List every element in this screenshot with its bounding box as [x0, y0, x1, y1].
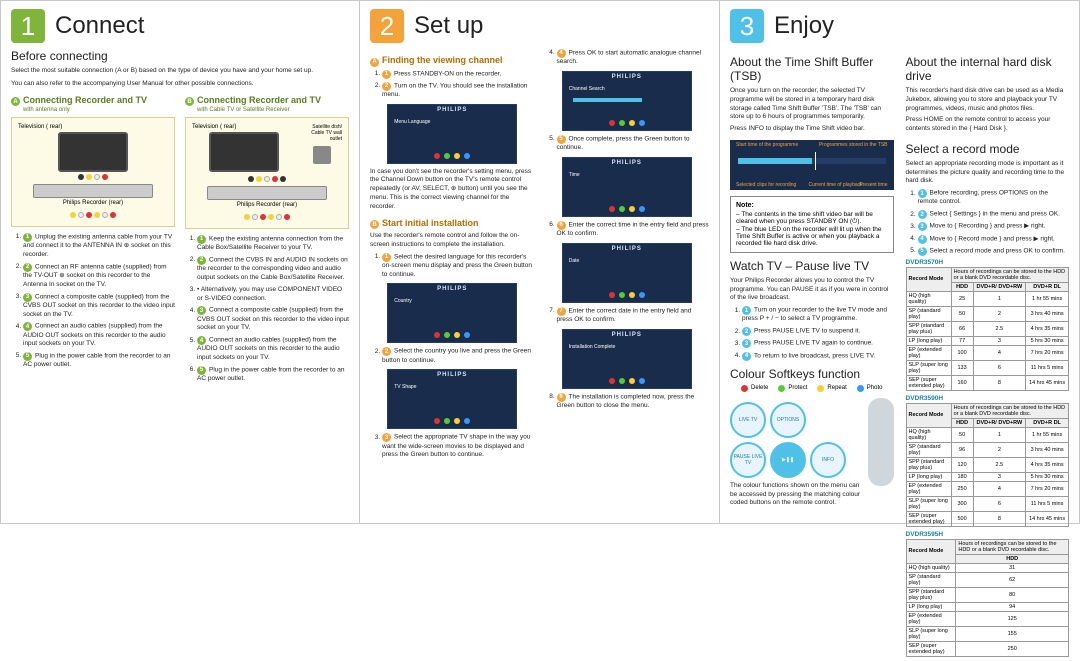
- remote-key-playpause: ▶❚❚: [770, 442, 806, 478]
- step3-header: 3 Enjoy: [730, 9, 1069, 43]
- remote-key-options: OPTIONS: [770, 402, 806, 438]
- before-connecting-heading: Before connecting: [11, 49, 349, 63]
- step1-title: Connect: [55, 12, 144, 40]
- record-mode-table-2: Record ModeHours of recordings can be st…: [906, 403, 1070, 527]
- tsb-note: Note: – The contents in the time shift v…: [730, 196, 894, 253]
- record-mode-table-1: Record ModeHours of recordings can be st…: [906, 267, 1070, 391]
- connect-b-sub: with Cable TV or Satellite Receiver: [197, 107, 349, 113]
- connect-a-steps: 1Unplug the existing antenna cable from …: [11, 233, 175, 370]
- softkeys-heading: Colour Softkeys function: [730, 367, 894, 381]
- screen-shape: PHILIPS TV Shape: [387, 369, 517, 429]
- setup-a-heading: Finding the viewing channel: [382, 55, 503, 65]
- connect-b-heading: BConnecting Recorder and TV: [185, 95, 349, 107]
- model-1-label: DVDR3570H: [906, 259, 1070, 266]
- connect-b-steps: 1Keep the existing antenna connection fr…: [185, 235, 349, 384]
- model-2-label: DVDR3590H: [906, 395, 1070, 402]
- screen-country: PHILIPS Country: [387, 283, 517, 343]
- hdd-heading: About the internal hard disk drive: [906, 55, 1070, 83]
- softkey-legend: Delete Protect Repeat Photo: [730, 385, 894, 392]
- connect-option-b: BConnecting Recorder and TV with Cable T…: [185, 89, 349, 387]
- step3-number: 3: [730, 9, 764, 43]
- connect-option-a: AConnecting Recorder and TV with antenna…: [11, 89, 175, 387]
- setup-a-note: In case you don't see the recorder's set…: [370, 168, 535, 212]
- screen-search: PHILIPS Channel Search: [562, 71, 692, 131]
- screen-time: PHILIPS Time: [562, 157, 692, 217]
- remote-key-pause: PAUSE LIVE TV: [730, 442, 766, 478]
- screen-done: PHILIPS Installation Complete: [562, 329, 692, 389]
- record-mode-heading: Select a record mode: [906, 142, 1070, 156]
- step1-number: 1: [11, 9, 45, 43]
- tsb-heading: About the Time Shift Buffer (TSB): [730, 55, 894, 83]
- panel-enjoy: 3 Enjoy About the Time Shift Buffer (TSB…: [720, 0, 1080, 524]
- remote-key-info: INFO: [810, 442, 846, 478]
- panel-connect: 1 Connect Before connecting Select the m…: [0, 0, 360, 524]
- model-3-label: DVDR3595H: [906, 531, 1070, 538]
- setup-b-heading: Start initial installation: [382, 218, 479, 228]
- remote-illustration: [868, 398, 894, 486]
- connect-a-sub: with antenna only: [23, 107, 175, 113]
- watch-heading: Watch TV – Pause live TV: [730, 259, 894, 273]
- panel-setup: 2 Set up AFinding the viewing channel 1P…: [360, 0, 720, 524]
- diagram-a: Television ( rear) Philips Recorder (rea…: [11, 117, 175, 227]
- record-mode-table-3: Record ModeHours of recordings can be st…: [906, 539, 1070, 657]
- screen-language: PHILIPS Menu Language: [387, 104, 517, 164]
- step2-title: Set up: [414, 12, 483, 40]
- diagram-b: Television ( rear) Satellite dish/ Cable…: [185, 117, 349, 229]
- step1-header: 1 Connect: [11, 9, 349, 43]
- step2-number: 2: [370, 9, 404, 43]
- screen-date: PHILIPS Date: [562, 243, 692, 303]
- before-text-1: Select the most suitable connection (A o…: [11, 67, 349, 76]
- step3-title: Enjoy: [774, 12, 834, 40]
- badge-a: A: [11, 97, 20, 106]
- badge-b: B: [185, 97, 194, 106]
- before-text-2: You can also refer to the accompanying U…: [11, 80, 349, 89]
- remote-key-live: LIVE TV: [730, 402, 766, 438]
- tsb-bar-diagram: Start time of the programme Programmes s…: [730, 140, 894, 190]
- connect-a-heading: AConnecting Recorder and TV: [11, 95, 175, 107]
- step2-header: 2 Set up: [370, 9, 709, 43]
